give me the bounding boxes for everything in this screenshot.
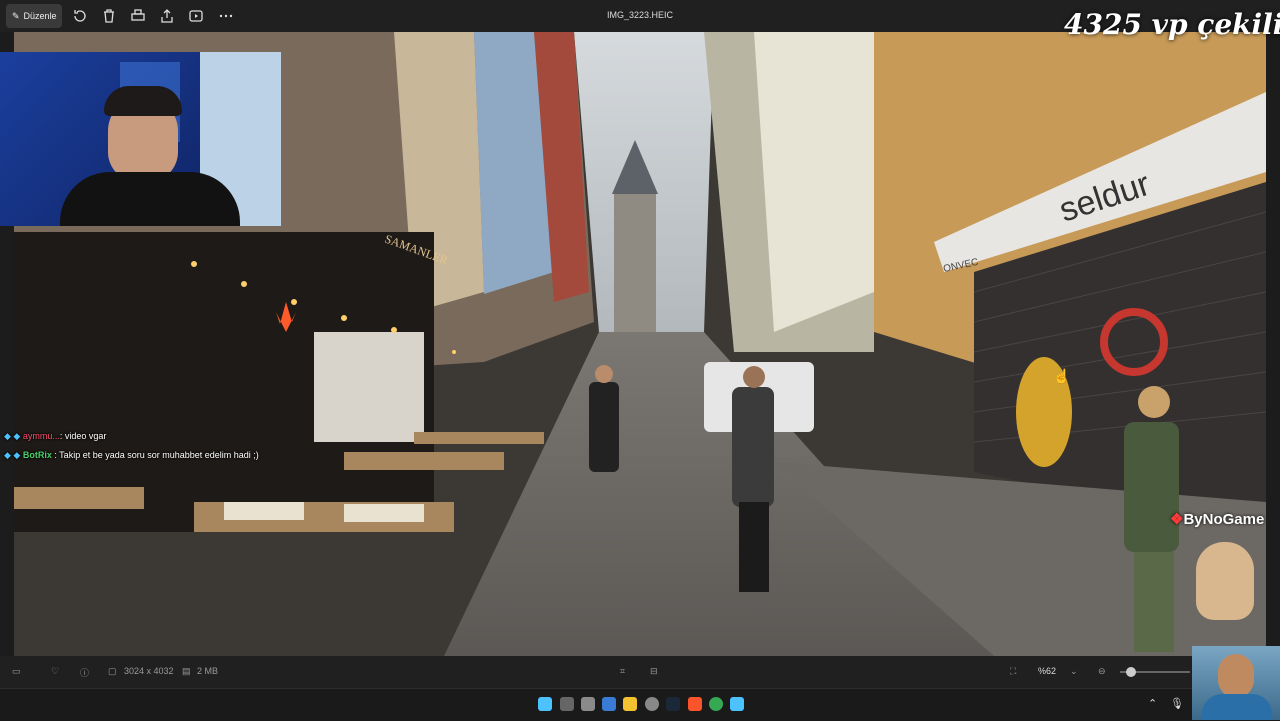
zoom-out-icon[interactable]: ⊖: [1098, 666, 1106, 677]
chrome-icon[interactable]: [709, 697, 723, 711]
dimensions-icon: ▢: [108, 666, 117, 676]
image-dimensions: 3024 x 4032: [124, 666, 174, 676]
favorite-icon[interactable]: ♡: [51, 666, 59, 677]
ocr-icon[interactable]: ⊟: [650, 666, 658, 677]
zoom-slider-thumb[interactable]: [1126, 667, 1136, 677]
chat-username: aymmu...: [22, 431, 60, 441]
search-icon[interactable]: [560, 697, 574, 711]
chevron-down-icon[interactable]: ⌄: [1070, 666, 1078, 677]
slideshow-icon[interactable]: ▭: [12, 666, 21, 677]
chat-text: : Takip et be yada soru sor muhabbet ede…: [51, 450, 259, 460]
task-view-icon[interactable]: [581, 697, 595, 711]
chat-message: ◆ ◆ BotRix : Takip et be yada soru sor m…: [4, 450, 259, 460]
taskbar: ⌃ 🎙: [0, 688, 1280, 721]
zoom-level[interactable]: %62: [1038, 666, 1056, 676]
chat-username: BotRix: [22, 450, 52, 460]
status-bar: ▭ ♡ ⓘ ▢ 3024 x 4032 ▤ 2 MB ⌗ ⊟ ⛶ %62 ⌄ ⊖: [0, 656, 1280, 688]
info-icon[interactable]: ⓘ: [80, 666, 89, 679]
webcam-overlay: [0, 52, 281, 226]
hand-cursor-icon: ☝: [1053, 368, 1071, 384]
file-explorer-icon[interactable]: [623, 697, 637, 711]
obs-icon[interactable]: [645, 697, 659, 711]
photos-app-icon[interactable]: [730, 697, 744, 711]
crop-icon[interactable]: ⌗: [620, 666, 625, 677]
zoom-slider[interactable]: [1120, 667, 1190, 677]
file-size: 2 MB: [197, 666, 219, 676]
fit-to-window-icon[interactable]: ⛶: [1010, 666, 1016, 677]
chat-text: : video vgar: [59, 431, 107, 441]
flame-icon: ❖: [1170, 511, 1184, 528]
brand-logo: ❖ByNoGame: [1170, 511, 1265, 528]
brave-browser-icon[interactable]: [688, 697, 702, 711]
steam-icon[interactable]: [666, 697, 680, 711]
start-menu-icon[interactable]: [538, 697, 552, 711]
file-size-icon: ▤: [182, 666, 191, 676]
chat-message: ◆ ◆ aymmu...: video vgar: [4, 431, 107, 441]
microphone-icon[interactable]: 🎙: [1170, 697, 1184, 710]
giveaway-title: 4325 vp çekiliş: [1064, 8, 1280, 41]
secondary-webcam: [1192, 646, 1280, 720]
cat-sticker: [1196, 542, 1254, 620]
chevron-up-icon[interactable]: ⌃: [1148, 697, 1157, 710]
widgets-icon[interactable]: [602, 697, 616, 711]
